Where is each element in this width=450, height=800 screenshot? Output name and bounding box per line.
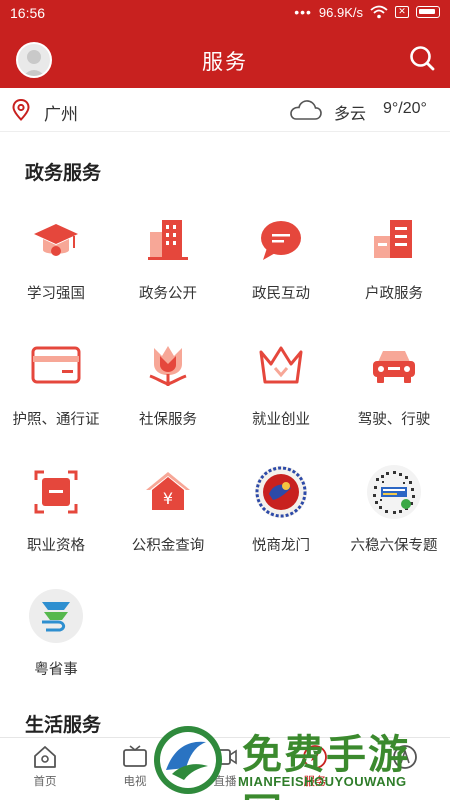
service-label: 社保服务	[139, 412, 197, 428]
weather-condition: 多云	[334, 106, 367, 123]
status-indicators: ••• 96.9K/s ✕	[294, 4, 440, 20]
wifi-icon	[370, 5, 388, 19]
service-jiuye-chuangye[interactable]: 就业创业	[225, 338, 337, 429]
service-zhiye-zige[interactable]: 职业资格	[0, 464, 112, 555]
nav-service[interactable]: 服务	[270, 744, 360, 789]
live-video-icon	[213, 749, 237, 765]
service-label: 六稳六保专题	[350, 538, 438, 554]
yuan-house-icon: ¥	[146, 472, 190, 510]
page-header: 服务	[0, 26, 450, 88]
profile-icon	[393, 745, 417, 769]
service-gongjijin[interactable]: ¥ 公积金查询	[112, 464, 224, 555]
location-pin-icon[interactable]	[12, 99, 30, 121]
search-icon[interactable]	[408, 44, 436, 72]
building-icon	[148, 220, 188, 260]
service-zhengmin-hudong[interactable]: 政民互动	[225, 212, 337, 303]
sim-status-icon: ✕	[395, 6, 409, 18]
nav-profile[interactable]	[360, 744, 450, 773]
nav-tv[interactable]: 电视	[90, 744, 180, 789]
nav-label: 电视	[123, 776, 147, 788]
service-label: 学习强国	[27, 286, 85, 302]
houses-icon	[374, 220, 412, 258]
service-label: 粤省事	[34, 662, 78, 678]
service-label: 公积金查询	[131, 538, 205, 554]
bottom-navigation: 首页 电视 直播 服务	[0, 737, 450, 800]
nav-live[interactable]: 直播	[180, 744, 270, 789]
service-huzheng-fuwu[interactable]: 户政服务	[338, 212, 450, 303]
nav-label: 服务	[303, 776, 327, 788]
service-label: 驾驶、行驶	[357, 412, 431, 428]
certificate-icon	[34, 470, 78, 514]
battery-icon	[416, 6, 440, 18]
service-yueshengshi[interactable]: 粤省事	[0, 588, 112, 679]
car-icon	[373, 351, 415, 383]
yueshang-logo-icon	[255, 466, 307, 518]
notification-dots: •••	[294, 4, 312, 20]
section-title-gov-services: 政务服务	[25, 163, 102, 184]
service-label: 政民互动	[252, 286, 310, 302]
service-label: 护照、通行证	[12, 412, 100, 428]
current-city[interactable]: 广州	[44, 100, 78, 125]
chat-bubble-icon	[261, 221, 301, 260]
tulip-icon	[149, 346, 187, 386]
location-weather-bar: 广州 多云 9°/20°	[0, 88, 450, 132]
cloud-icon	[290, 100, 322, 120]
service-label: 就业创业	[252, 412, 310, 428]
page-title: 服务	[202, 51, 248, 74]
service-jiashi-xingshi[interactable]: 驾驶、行驶	[338, 338, 450, 429]
service-label: 户政服务	[365, 286, 423, 302]
service-passport[interactable]: 护照、通行证	[0, 338, 112, 429]
service-liuwen-liubao[interactable]: 六稳六保专题	[338, 464, 450, 555]
nav-label: 首页	[33, 776, 57, 788]
service-xuexi-qiangguo[interactable]: 学习强国	[0, 212, 112, 303]
service-label: 悦商龙门	[252, 538, 310, 554]
nav-label: 直播	[213, 776, 237, 788]
svg-text:¥: ¥	[163, 489, 173, 508]
tv-icon	[123, 745, 147, 767]
nav-home[interactable]: 首页	[0, 744, 90, 789]
passport-card-icon	[31, 346, 81, 384]
qr-code-icon	[367, 465, 421, 519]
service-label: 职业资格	[27, 538, 85, 554]
compass-icon	[303, 745, 327, 769]
app-header-bar: 16:56 ••• 96.9K/s ✕ 服务	[0, 0, 450, 88]
service-label: 政务公开	[139, 286, 197, 302]
service-yueshang-longmen[interactable]: 悦商龙门	[225, 464, 337, 555]
weather-temperature: 9°/20°	[383, 100, 427, 117]
service-zhengwu-gongkai[interactable]: 政务公开	[112, 212, 224, 303]
yueshengshi-logo-icon	[29, 589, 83, 643]
home-icon	[34, 746, 56, 768]
service-shebao[interactable]: 社保服务	[112, 338, 224, 429]
status-bar: 16:56 ••• 96.9K/s ✕	[0, 0, 450, 26]
status-time: 16:56	[10, 5, 46, 21]
graduation-cap-icon	[34, 224, 78, 256]
network-speed: 96.9K/s	[318, 4, 363, 20]
section-title-life-services: 生活服务	[25, 715, 102, 736]
crown-icon	[259, 346, 303, 384]
